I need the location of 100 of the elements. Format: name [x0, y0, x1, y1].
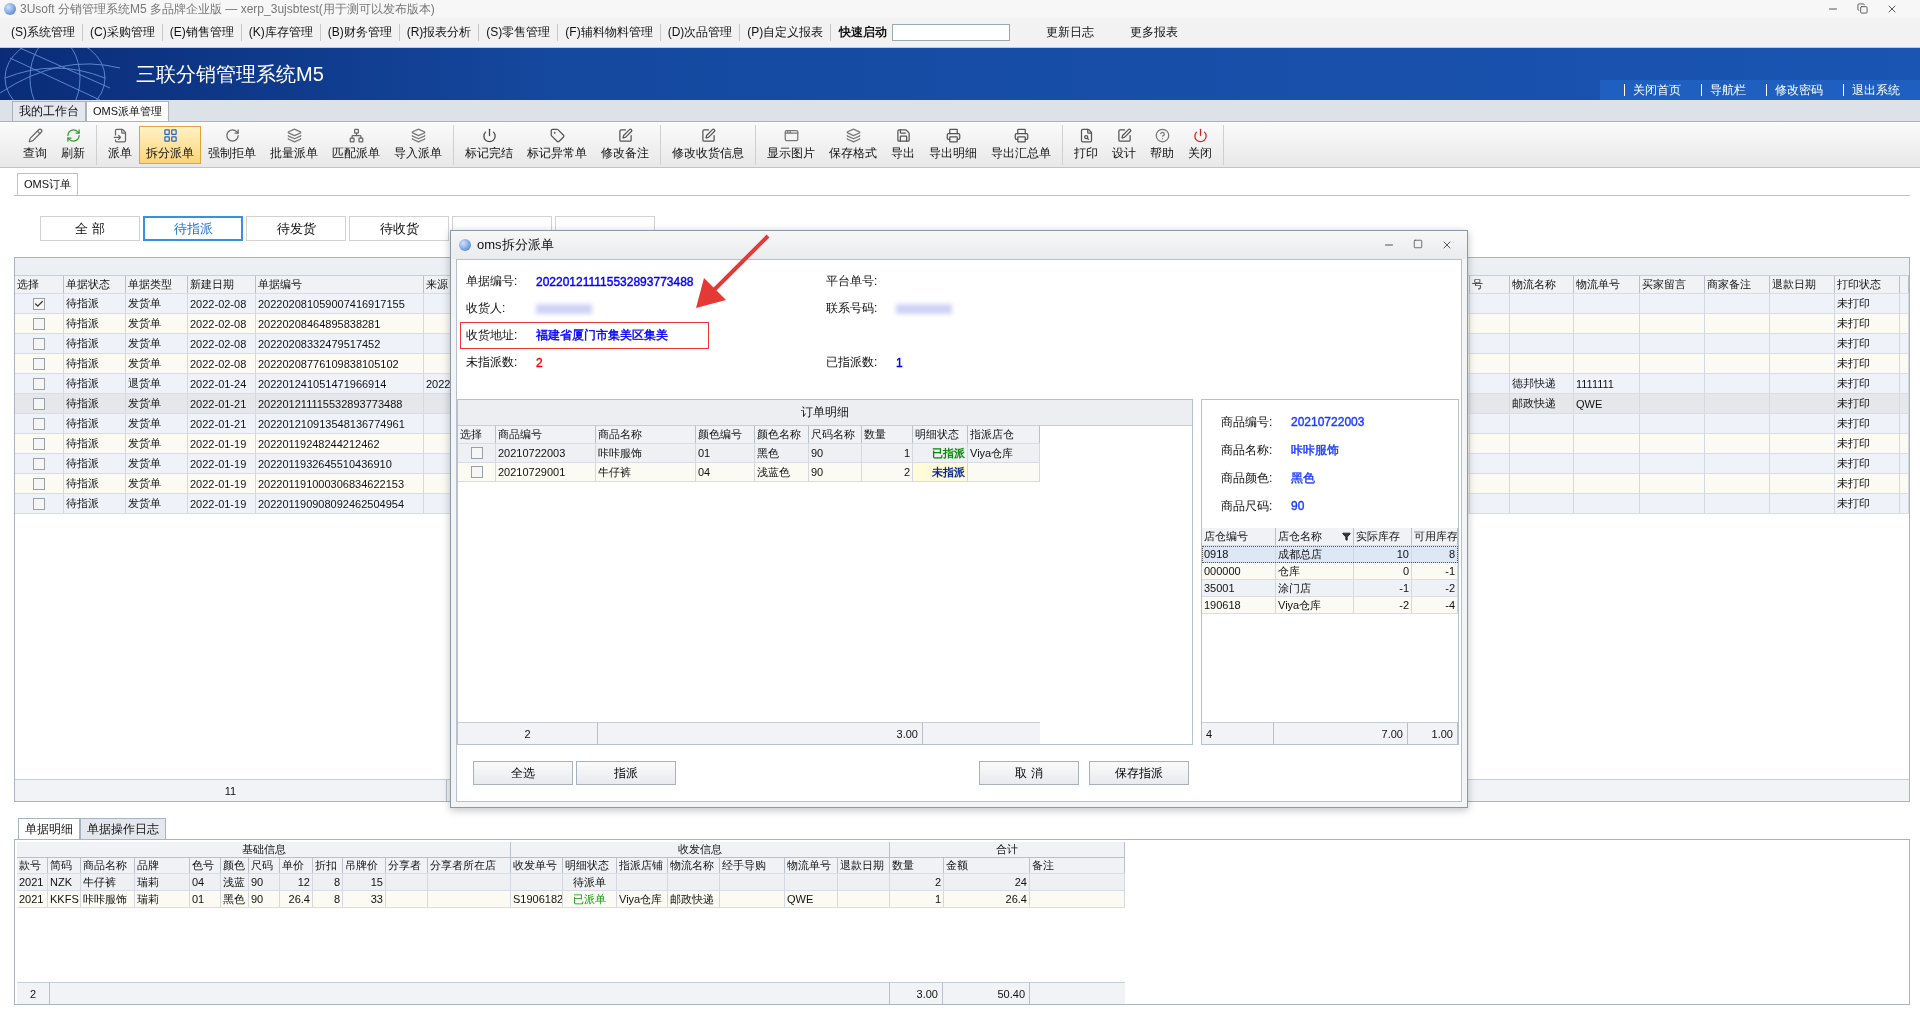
panel-header: 订单明细	[458, 400, 1192, 426]
field-label: 收货人:	[466, 300, 507, 317]
table-cell: 20220208464895838281	[256, 314, 424, 333]
total-cell: 3.00	[890, 983, 943, 1004]
field-label: 商品颜色:	[1221, 469, 1274, 487]
status-cell: 已派单	[563, 891, 617, 907]
table-cell: 2022-01-21	[188, 414, 256, 433]
table-cell: 未打印	[1835, 354, 1900, 373]
table-cell: 发货单	[126, 314, 188, 333]
table-cell: 仓库	[1276, 563, 1354, 579]
table-cell: 2022-02-08	[188, 294, 256, 313]
table-cell: KKFS	[48, 891, 81, 907]
table-cell: 2022-01-19	[188, 434, 256, 453]
table-cell: 90	[809, 463, 862, 481]
table-cell: 35001	[1202, 580, 1276, 596]
window-title: 3Usoft 分销管理系统M5 多品牌企业版 — xerp_3ujsbtest(用于测可以发布版本)	[20, 0, 436, 18]
table-cell: 01	[696, 444, 755, 462]
table-cell: 202201241051471966914	[256, 374, 424, 393]
dialog-title: oms拆分派单	[477, 236, 555, 254]
status-cell: 已指派	[913, 444, 968, 462]
table-cell: 24	[944, 874, 1030, 890]
table-cell: 2022-02-08	[188, 314, 256, 333]
table-cell: 发货单	[126, 334, 188, 353]
field-label: 未指派数:	[466, 354, 519, 371]
field-label: 商品名称:	[1221, 441, 1274, 459]
table-cell: 90	[249, 891, 280, 907]
row-count: 4	[1202, 723, 1274, 744]
table-cell: 待指派	[64, 494, 126, 513]
table-cell: 2022-01-19	[188, 454, 256, 473]
field-value: 咔咔服饰	[1291, 441, 1339, 459]
row-count: 2	[17, 983, 50, 1004]
status-cell: 待派单	[563, 874, 617, 890]
table-cell: 8	[1412, 546, 1458, 562]
table-cell: 牛仔裤	[596, 463, 696, 481]
table-cell: 发货单	[126, 294, 188, 313]
table-cell: 待指派	[64, 334, 126, 353]
quick-launch-label: 快速启动	[837, 24, 889, 41]
field-value: 2	[536, 355, 543, 370]
table-cell: 2022-02-08	[188, 334, 256, 353]
table-cell: 发货单	[126, 494, 188, 513]
table-cell: 待指派	[64, 414, 126, 433]
table-cell: 发货单	[126, 434, 188, 453]
table-cell: 1111111	[1574, 374, 1640, 393]
table-cell: 待指派	[64, 314, 126, 333]
table-cell: 发货单	[126, 414, 188, 433]
table-cell: 未打印	[1835, 434, 1900, 453]
table-cell: 15	[343, 874, 386, 890]
table-cell: Viya仓库	[617, 891, 668, 907]
table-cell: 0	[1354, 563, 1412, 579]
field-label: 商品尺码:	[1221, 497, 1274, 515]
table-cell: 2021	[17, 874, 48, 890]
table-cell: 0918	[1202, 546, 1276, 562]
table-cell: 咔咔服饰	[81, 891, 135, 907]
table-cell: S1906182	[511, 891, 563, 907]
table-cell: 1	[862, 444, 913, 462]
field-value: 福建省厦门市集美区集美	[536, 327, 668, 344]
table-cell: 90	[809, 444, 862, 462]
app-title: 三联分销管理系统M5	[136, 61, 324, 87]
table-cell: 黑色	[221, 891, 249, 907]
field-value: 黑色	[1291, 469, 1315, 487]
table-cell: 190618	[1202, 597, 1276, 613]
table-cell: NZK	[48, 874, 81, 890]
field-value: 20210722003	[1291, 415, 1365, 429]
table-cell: 2	[890, 874, 944, 890]
table-cell: 牛仔裤	[81, 874, 135, 890]
row-count: 11	[15, 780, 447, 801]
table-cell: 瑞莉	[135, 891, 190, 907]
table-cell: 8	[313, 891, 343, 907]
table-cell: 待指派	[64, 434, 126, 453]
table-cell: 01	[190, 891, 221, 907]
table-cell: 2022-01-19	[188, 474, 256, 493]
table-cell: 瑞莉	[135, 874, 190, 890]
table-cell: 发货单	[126, 474, 188, 493]
table-cell: 33	[343, 891, 386, 907]
table-cell: 20220208332479517452	[256, 334, 424, 353]
table-cell: 202201190908092462504954	[256, 494, 424, 513]
field-label: 平台单号:	[826, 273, 879, 290]
table-cell: 成都总店	[1276, 546, 1354, 562]
status-cell: 未指派	[913, 463, 968, 481]
total-cell: 1.00	[1408, 723, 1458, 744]
table-cell: 未打印	[1835, 414, 1900, 433]
row-count: 2	[458, 723, 598, 744]
table-cell: 20210729001	[496, 463, 596, 481]
table-cell: 26.4	[944, 891, 1030, 907]
table-cell: QWE	[1574, 394, 1640, 413]
table-cell: 待指派	[64, 474, 126, 493]
table-cell: 未打印	[1835, 454, 1900, 473]
field-label: 联系号码:	[826, 300, 879, 317]
field-label: 商品编号:	[1221, 413, 1274, 431]
table-cell: 000000	[1202, 563, 1276, 579]
table-cell: -1	[1354, 580, 1412, 596]
table-cell: 未打印	[1835, 394, 1900, 413]
table-cell: 10	[1354, 546, 1412, 562]
table-cell: 退货单	[126, 374, 188, 393]
table-cell: -4	[1412, 597, 1458, 613]
table-cell: 26.4	[280, 891, 313, 907]
field-value: 202201211115532893773488	[536, 274, 694, 289]
table-cell: 未打印	[1835, 334, 1900, 353]
table-cell: 邮政快递	[668, 891, 720, 907]
table-cell: 202201210913548136774961	[256, 414, 424, 433]
